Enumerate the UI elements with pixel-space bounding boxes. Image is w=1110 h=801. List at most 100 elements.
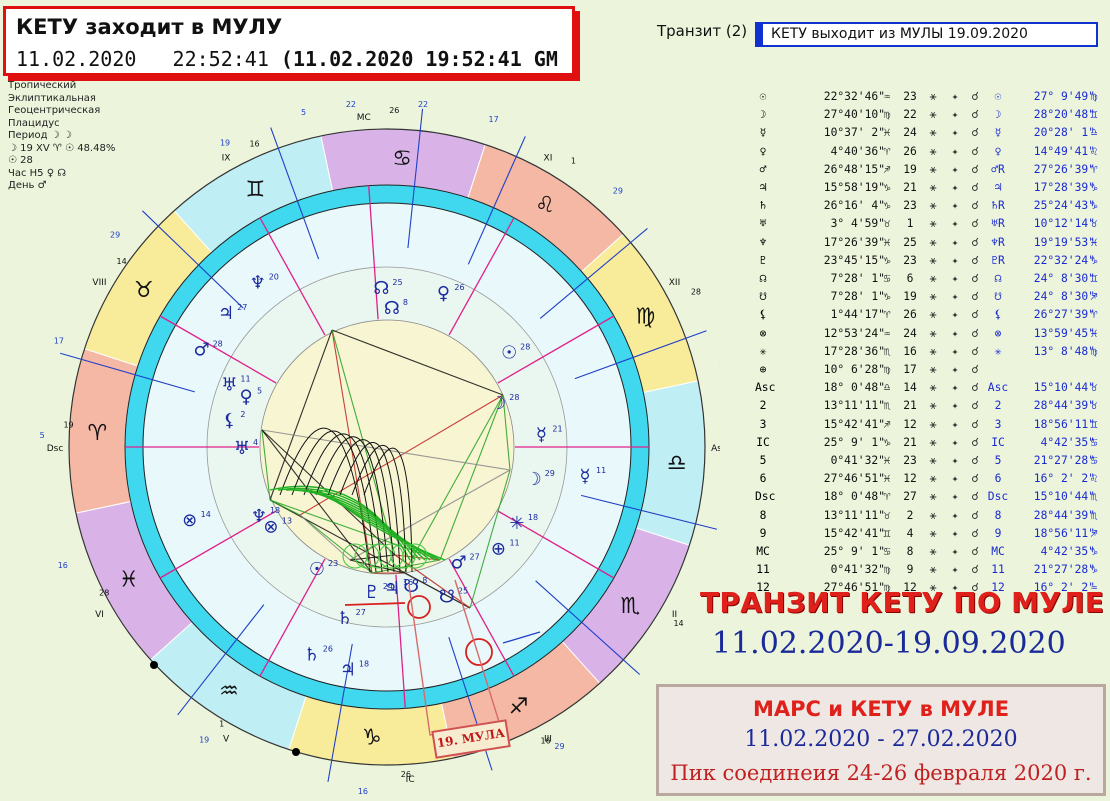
table-row: ✳ 17°28'36" ♏ 16 ✳ 13° 8'48" ♍ ⚹ ✦ ☌	[755, 343, 1105, 361]
transit-sign-glyph: ♑	[1090, 563, 1098, 577]
aspect-glyph: ⚹	[929, 90, 937, 103]
aspect-glyph: ☌	[971, 363, 979, 376]
aspect-glyph: ☌	[971, 545, 979, 558]
outer-degree-label: 29	[613, 187, 623, 196]
planet-degree: 27	[356, 608, 366, 617]
planet-glyph: ⊕	[759, 363, 767, 376]
nakshatra-number: 26	[903, 308, 917, 322]
planet-glyph: ♅	[221, 374, 237, 395]
aspect-glyph: ☌	[971, 326, 979, 340]
position-value: 15°42'41"	[823, 526, 885, 540]
position-value: 15°58'19"	[823, 181, 885, 194]
planet-glyph: ♂	[450, 552, 466, 573]
aspect-glyph: ✦	[951, 253, 959, 267]
sign-glyph: ♍	[883, 563, 891, 577]
transit-position-value: 10°12'14"	[1033, 217, 1095, 231]
transit-label-box: КЕТУ выходит из МУЛЫ 19.09.2020	[761, 22, 1098, 47]
planet-glyph: ✳	[759, 344, 767, 358]
nakshatra-number: 8	[906, 545, 914, 558]
outer-degree-label: 5	[40, 431, 45, 440]
planet-degree: 23	[328, 559, 338, 568]
planet-degree: 11	[596, 466, 606, 475]
house-label: IX	[222, 154, 231, 164]
aspect-glyph: ☌	[971, 308, 979, 322]
planet-glyph: 9	[759, 526, 767, 540]
zodiac-sign-glyph: ♋	[392, 146, 412, 171]
transit-position-value: 13° 8'48"	[1033, 344, 1095, 358]
nakshatra-number: 6	[906, 272, 914, 285]
table-row: ☊ 7°28' 1" ♋ 6 ☊ 24° 8'30" ♊ ⚹ ✦ ☌	[755, 270, 1105, 288]
planet-glyph: ♃	[759, 181, 767, 194]
planet-glyph: ♇	[364, 582, 380, 603]
planet-glyph: ⊕	[491, 538, 506, 559]
position-value: 23°45'15"	[823, 253, 885, 267]
aspect-glyph: ☌	[971, 199, 979, 213]
transit-position-value: 28°44'39"	[1033, 399, 1095, 413]
planet-glyph: ☋	[759, 290, 767, 304]
planet-degree: 5	[257, 387, 262, 396]
transit-sign-glyph: ♊	[1090, 272, 1098, 285]
zodiac-sign-glyph: ♎	[667, 451, 687, 476]
aspect-glyph: ⚹	[929, 144, 937, 158]
table-row: ♇ 23°45'15" ♑ 23 ♇R 22°32'24" ♑ ⚹ ✦ ☌	[755, 252, 1105, 270]
outer-degree-label: 16	[358, 787, 368, 796]
aspect-glyph: ⚹	[929, 290, 937, 304]
nakshatra-number: 17	[903, 363, 917, 376]
transit-position-value: 4°42'35"	[1040, 545, 1095, 558]
table-row: ⊗ 12°53'24" ♒ 24 ⊗ 13°59'45" ♓ ⚹ ✦ ☌	[755, 325, 1105, 343]
black-dot	[292, 748, 300, 756]
planet-degree: 18	[528, 513, 538, 522]
transit-sign-glyph: ♑	[1090, 253, 1098, 267]
planet-glyph: ☽	[526, 469, 542, 490]
planet-glyph: 8	[759, 508, 767, 522]
table-row: ☿ 10°37' 2" ♓ 24 ☿ 20°28' 1" ♎ ⚹ ✦ ☌	[755, 124, 1105, 142]
planet-glyph: ⚸	[223, 410, 236, 431]
nakshatra-number: 24	[903, 326, 917, 340]
transit-position-value: 21°27'28"	[1033, 454, 1095, 467]
nakshatra-number: 19	[903, 162, 917, 176]
sign-glyph: ♋	[883, 272, 891, 285]
aspect-glyph: ✦	[951, 363, 959, 376]
sign-glyph: ♐	[883, 162, 891, 176]
transit-sign-glyph: ♎	[1090, 126, 1098, 140]
sign-glyph: ♏	[883, 344, 891, 358]
planet-glyph: ☊	[384, 298, 400, 319]
transit-position-value: 14°49'41"	[1033, 144, 1095, 158]
natal-wheel[interactable]: ♋♌♍♎♏♐♑♒♓♈♉♊MC26XI1XII28Asc19II14III16IC…	[0, 0, 720, 801]
planet-glyph: ♃	[340, 660, 356, 681]
outer-degree-label: 19	[220, 138, 230, 147]
planet-degree: 26	[323, 645, 333, 654]
mars-box-peak: Пик соединеия 24-26 февраля 2020 г.	[670, 761, 1092, 785]
aspect-glyph: ☌	[971, 399, 979, 413]
zodiac-sign-glyph: ♈	[88, 421, 108, 446]
aspect-glyph: ☌	[971, 181, 979, 194]
position-value: 26°16' 4"	[823, 199, 885, 213]
transit-position-value: 25°24'43"	[1033, 199, 1095, 213]
house-label: Dsc	[47, 444, 64, 454]
house-degree: 28	[691, 287, 701, 296]
sign-glyph: ♓	[883, 472, 891, 486]
planet-glyph: ☽	[759, 108, 767, 122]
nakshatra-number: 23	[903, 199, 917, 213]
aspect-glyph: ⚹	[929, 563, 937, 577]
nakshatra-number: 23	[903, 454, 917, 467]
planet-glyph: ⊗	[759, 326, 767, 340]
transit-position-value: 27°26'39"	[1033, 162, 1095, 176]
table-row: Dsc 18° 0'48" ♈ 27 Dsc 15°10'44" ♏ ⚹ ✦ ☌	[755, 488, 1105, 506]
planet-glyph: ♆	[759, 235, 767, 249]
house-degree: 14	[117, 257, 127, 266]
house-degree: 16	[541, 736, 551, 745]
aspect-glyph: ⚹	[929, 417, 937, 431]
zodiac-sign-glyph: ♍	[636, 304, 656, 329]
zodiac-sign-glyph: ♊	[245, 178, 265, 203]
aspect-glyph: ⚹	[929, 326, 937, 340]
sign-glyph: ♍	[883, 363, 891, 376]
house-degree: 26	[389, 106, 399, 115]
transit-sign-glyph: ♐	[1090, 290, 1098, 304]
banner-title: ТРАНЗИТ КЕТУ ПО МУЛЕ	[700, 586, 1105, 619]
aspect-glyph: ☌	[971, 144, 979, 158]
sign-glyph: ♐	[883, 417, 891, 431]
planet-degree: 21	[552, 424, 562, 433]
planet-degree: 11	[509, 538, 519, 547]
transit-sign-glyph: ♓	[1090, 235, 1098, 249]
